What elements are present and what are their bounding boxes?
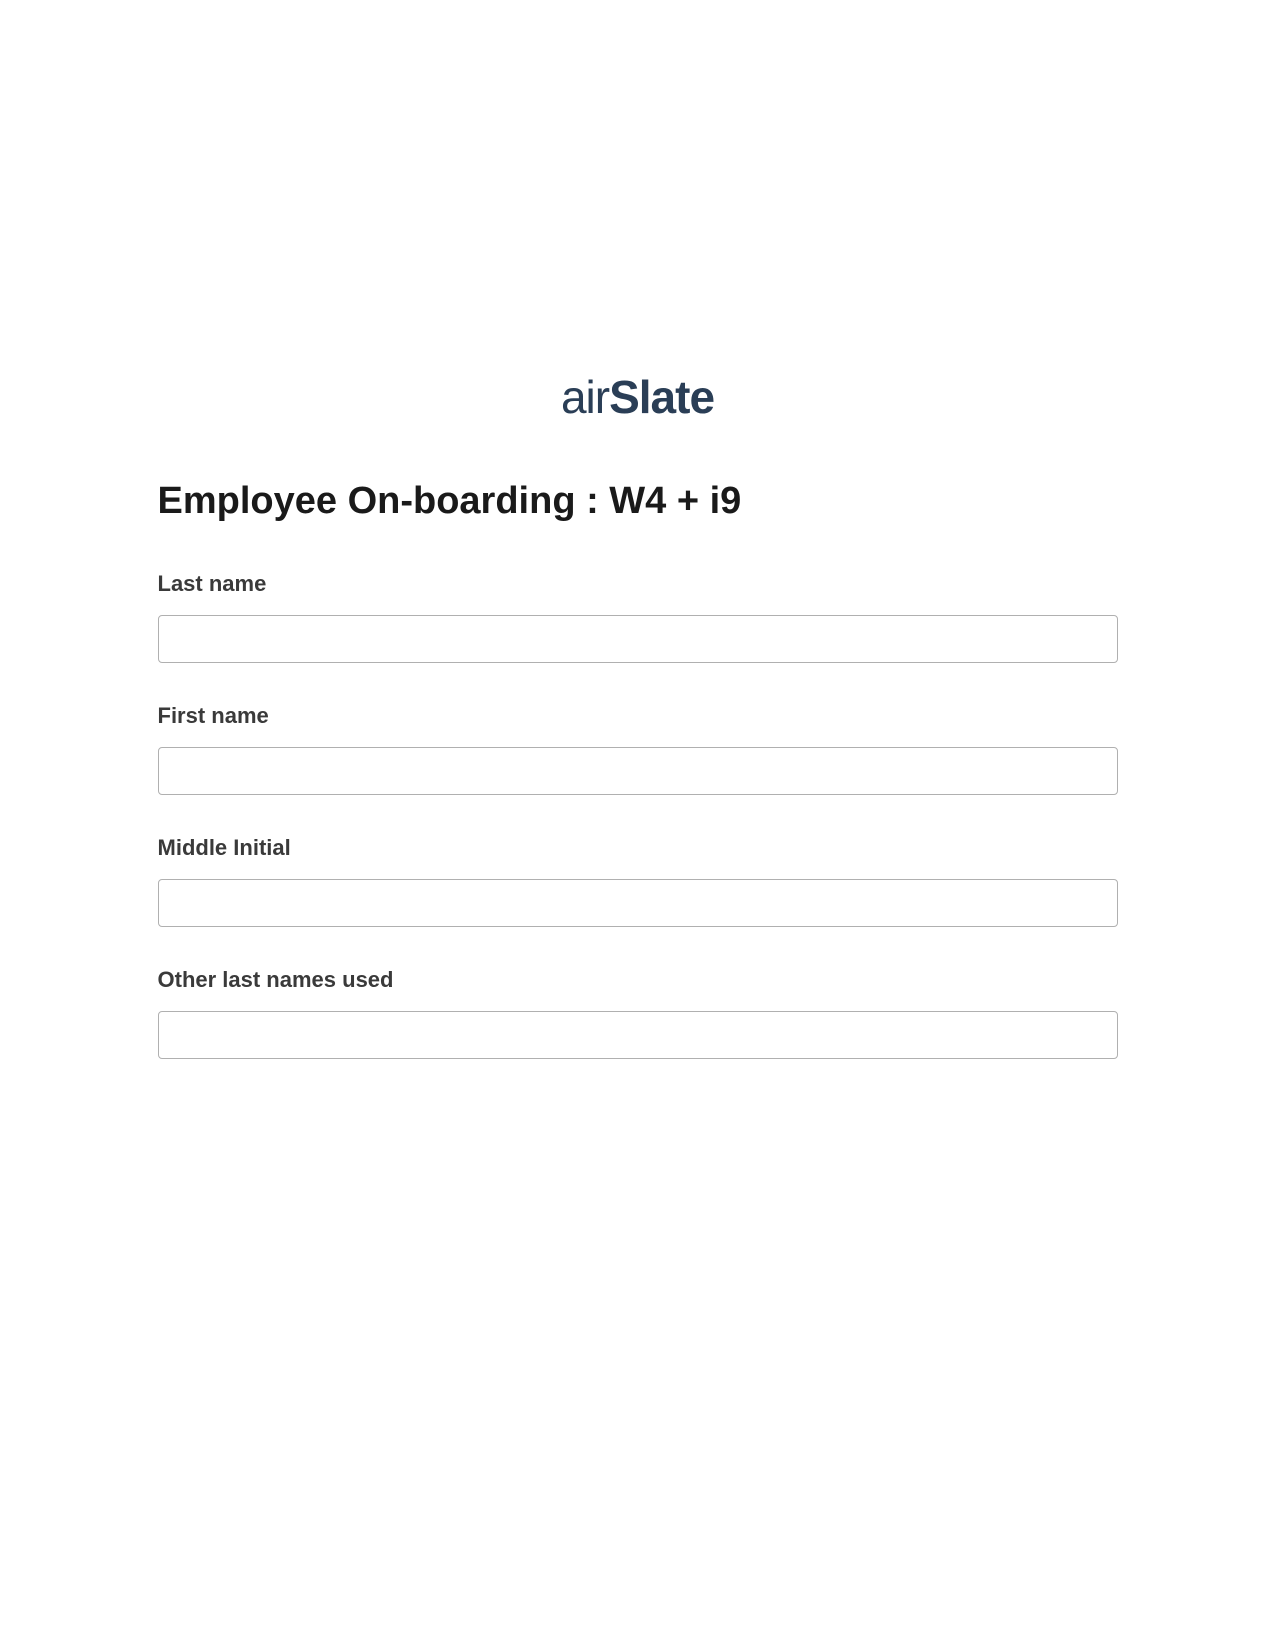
last-name-label: Last name [158, 571, 1118, 597]
logo-text-slate: Slate [609, 371, 714, 423]
field-group-middle-initial: Middle Initial [158, 835, 1118, 927]
first-name-label: First name [158, 703, 1118, 729]
field-group-other-last-names: Other last names used [158, 967, 1118, 1059]
last-name-input[interactable] [158, 615, 1118, 663]
field-group-first-name: First name [158, 703, 1118, 795]
field-group-last-name: Last name [158, 571, 1118, 663]
form-container: Employee On-boarding : W4 + i9 Last name… [158, 424, 1118, 1059]
first-name-input[interactable] [158, 747, 1118, 795]
logo-text-air: air [561, 371, 609, 423]
middle-initial-input[interactable] [158, 879, 1118, 927]
other-last-names-input[interactable] [158, 1011, 1118, 1059]
form-page: airSlate Employee On-boarding : W4 + i9 … [0, 0, 1275, 1650]
airslate-logo: airSlate [561, 370, 714, 424]
middle-initial-label: Middle Initial [158, 835, 1118, 861]
other-last-names-label: Other last names used [158, 967, 1118, 993]
logo-container: airSlate [0, 0, 1275, 424]
page-title: Employee On-boarding : W4 + i9 [158, 480, 1118, 523]
